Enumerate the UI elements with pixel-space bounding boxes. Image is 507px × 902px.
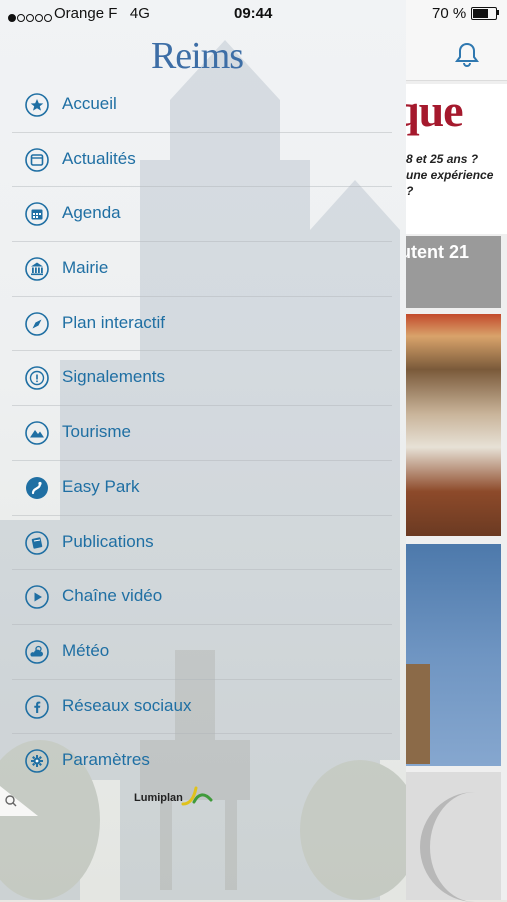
headline-subtext: une expérience — [406, 168, 494, 182]
menu-item-label: Plan interactif — [62, 312, 165, 332]
lumiplan-logo-mark — [181, 786, 213, 806]
headline-subtext: 8 et 25 ans ? — [406, 152, 479, 166]
battery-tip — [497, 10, 499, 15]
search-corner-icon[interactable] — [0, 786, 38, 816]
battery-icon — [471, 7, 497, 20]
news-icon — [25, 147, 49, 172]
menu-item-label: Actualités — [62, 148, 136, 168]
signal-strength-icon — [8, 9, 53, 26]
menu-item-publications[interactable]: Publications — [12, 516, 392, 571]
menu-item-label: Mairie — [62, 258, 109, 278]
facebook-icon — [25, 694, 49, 719]
menu-item-label: Chaîne vidéo — [62, 586, 163, 606]
menu-item-easy-park[interactable]: Easy Park — [12, 461, 392, 516]
alert-icon — [25, 366, 49, 391]
menu-item-label: Réseaux sociaux — [62, 695, 192, 715]
menu-item-label: Agenda — [62, 203, 121, 223]
menu-item-reseaux-sociaux[interactable]: Réseaux sociaux — [12, 680, 392, 735]
carrier-label: Orange F 4G — [54, 5, 150, 22]
compass-icon — [25, 311, 49, 336]
menu-item-label: Paramètres — [62, 750, 150, 770]
play-icon — [25, 585, 49, 609]
drawer-menu: Accueil Actualités Agenda Mairie Plan in… — [12, 78, 392, 788]
menu-item-label: Météo — [62, 640, 110, 660]
bell-icon[interactable] — [452, 40, 482, 70]
lumiplan-brand: Lumiplan — [134, 792, 183, 804]
star-icon — [25, 93, 49, 117]
status-bar: Orange F 4G 09:44 70 % — [0, 0, 507, 28]
headline-subtext: ? — [406, 184, 414, 198]
menu-item-label: Accueil — [62, 94, 117, 113]
clock: 09:44 — [234, 5, 273, 22]
weather-icon — [25, 640, 49, 664]
calendar-icon — [25, 202, 49, 227]
menu-item-plan-interactif[interactable]: Plan interactif — [12, 297, 392, 352]
mountain-icon — [25, 421, 49, 445]
menu-item-label: Tourisme — [62, 422, 131, 442]
menu-item-label: Signalements — [62, 367, 166, 387]
speaker-image — [420, 792, 500, 902]
menu-item-chaine-video[interactable]: Chaîne vidéo — [12, 570, 392, 625]
town-hall-icon — [25, 257, 49, 281]
menu-item-label: Easy Park — [62, 476, 140, 496]
menu-item-actualites[interactable]: Actualités — [12, 133, 392, 188]
side-drawer: Reims Accueil Actualités Agenda Mairie P… — [0, 0, 406, 900]
reims-logo: Reims — [150, 35, 244, 77]
menu-item-signalements[interactable]: Signalements — [12, 351, 392, 407]
menu-item-meteo[interactable]: Météo — [12, 625, 392, 680]
menu-item-agenda[interactable]: Agenda — [12, 187, 392, 243]
gear-icon — [25, 749, 49, 774]
menu-item-tourisme[interactable]: Tourisme — [12, 406, 392, 461]
battery-percent: 70 % — [432, 5, 467, 22]
menu-item-mairie[interactable]: Mairie — [12, 242, 392, 297]
news-card-title: utent 21 — [400, 242, 470, 262]
menu-item-accueil[interactable]: Accueil — [12, 78, 392, 133]
book-icon — [25, 530, 49, 555]
menu-item-label: Publications — [62, 531, 154, 551]
parking-route-icon — [26, 476, 48, 499]
